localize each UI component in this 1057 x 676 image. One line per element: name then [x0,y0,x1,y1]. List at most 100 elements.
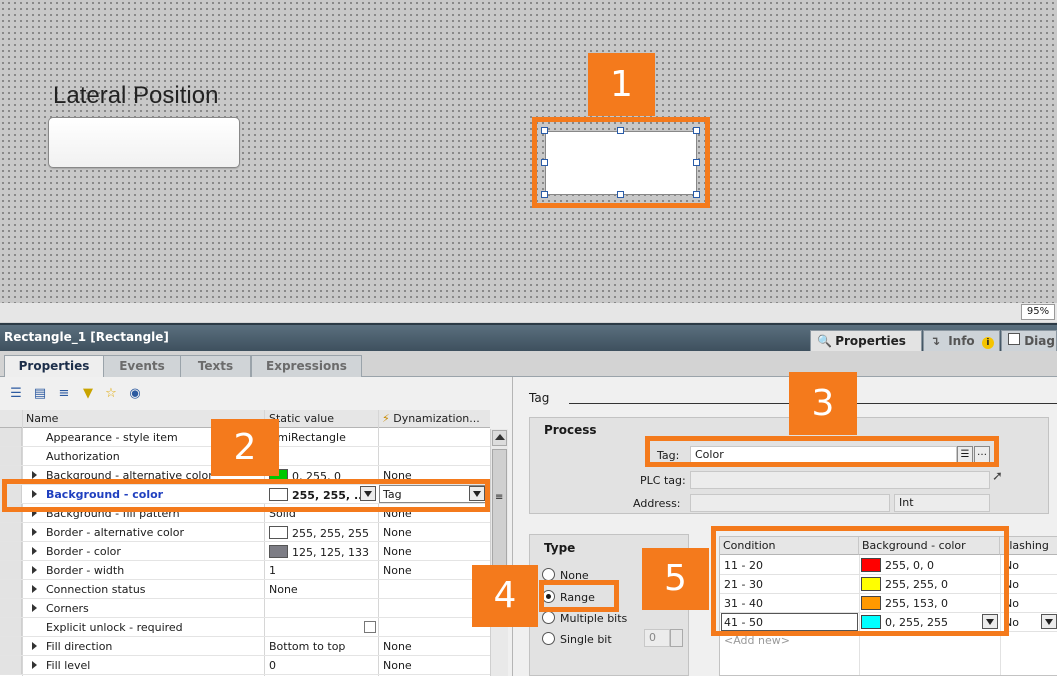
properties-icon: 🔍 [817,334,832,348]
selected-rectangle[interactable] [545,131,697,195]
callout-box-5 [711,526,1009,636]
lightning-icon: ⚡ [382,412,390,425]
property-name: Border - width [46,564,125,577]
row-header[interactable] [0,523,22,541]
property-static-value: 255, 255, 255 [269,526,369,540]
expand-arrow-icon[interactable] [32,471,37,479]
tab-info[interactable]: ↴ Info i [923,330,1000,352]
row-header[interactable] [0,428,22,446]
callout-box-3 [645,436,999,467]
favorites-icon[interactable]: ☆ [103,386,119,402]
row-header[interactable] [0,656,22,674]
property-row[interactable]: Connection status None [0,580,490,599]
property-name: Fill level [46,659,91,672]
info-icon: i [981,337,994,349]
filter-icon[interactable]: ▼ [80,386,96,402]
tab-label: Info [948,334,975,348]
tab-properties[interactable]: Properties [4,355,104,378]
resize-handle[interactable] [693,159,700,166]
tab-diagnostics[interactable]: Diag [1001,330,1057,352]
property-row[interactable]: Explicit unlock - required [0,618,490,637]
property-dynamization: None [383,659,412,672]
property-row[interactable]: Fill level 0 None [0,656,490,675]
resize-handle[interactable] [693,127,700,134]
header-name[interactable]: Name [26,412,58,425]
expand-arrow-icon[interactable] [32,585,37,593]
callout-5: 5 [642,548,709,610]
property-scrollbar[interactable]: ≡ [490,429,508,676]
row-header[interactable] [0,561,22,579]
expand-arrow-icon[interactable] [32,604,37,612]
property-name: Border - alternative color [46,526,184,539]
visibility-icon[interactable]: ◉ [127,386,143,402]
inspector-subtabs: Properties Events Texts Expressions [0,351,1057,378]
bit-number-input[interactable]: 0 [644,629,670,647]
tab-expressions[interactable]: Expressions [251,355,362,377]
goto-arrow-icon[interactable]: ➚ [992,469,1003,484]
expand-arrow-icon[interactable] [32,642,37,650]
address-label: Address: [633,497,681,510]
row-header[interactable] [0,542,22,560]
radio-multiple-bits-label: Multiple bits [560,612,628,625]
expand-arrow-icon[interactable] [32,566,37,574]
list-view-icon[interactable]: ☰ [8,386,24,402]
property-row[interactable]: Border - width 1 None [0,561,490,580]
resize-handle[interactable] [541,159,548,166]
callout-box-4 [539,580,619,612]
group-view-icon[interactable]: ▤ [32,386,48,402]
bit-number-spinner[interactable] [670,629,683,647]
property-static-value: 125, 125, 133 [269,545,369,559]
sort-icon[interactable]: ≡ [56,386,72,402]
grip-icon: ≡ [495,492,504,503]
property-row[interactable]: Corners [0,599,490,618]
header-static-value[interactable]: Static value [269,412,373,425]
type-title: Type [544,541,576,555]
color-swatch [269,526,288,539]
tab-label: Diag [1024,334,1055,348]
callout-3: 3 [789,372,857,435]
property-static-value: Bottom to top [269,640,346,653]
address-field [690,494,890,512]
radio-single-bit[interactable] [542,632,555,645]
lateral-position-field[interactable] [48,117,240,168]
tab-texts[interactable]: Texts [180,355,251,377]
expand-arrow-icon[interactable] [32,528,37,536]
callout-2: 2 [211,419,279,476]
tab-properties-main[interactable]: 🔍 Properties [810,330,922,352]
row-header[interactable] [0,447,22,465]
expand-arrow-icon[interactable] [32,547,37,555]
row-header[interactable] [0,637,22,655]
resize-handle[interactable] [617,127,624,134]
property-static-value: 0 [269,659,276,672]
property-row[interactable]: Fill direction Bottom to top None [0,637,490,656]
row-header[interactable] [0,618,22,636]
resize-handle[interactable] [693,191,700,198]
hmi-screen-canvas[interactable]: Lateral Position 1 [0,0,1057,303]
property-dynamization: None [383,545,412,558]
radio-multiple-bits[interactable] [542,611,555,624]
property-row[interactable]: Border - alternative color 255, 255, 255 N… [0,523,490,542]
flashing-dropdown[interactable] [1041,614,1057,629]
callout-1: 1 [588,53,655,116]
radio-single-bit-label: Single bit [560,633,612,646]
tab-events[interactable]: Events [103,355,181,377]
scroll-up-button[interactable] [492,430,507,446]
header-dynamization[interactable]: ⚡ Dynamization... [382,412,488,425]
property-name: Connection status [46,583,146,596]
property-row[interactable]: Border - color 125, 125, 133 None [0,542,490,561]
resize-handle[interactable] [541,127,548,134]
callout-4: 4 [472,565,538,627]
property-name: Border - color [46,545,121,558]
row-header[interactable] [0,599,22,617]
zoom-level[interactable]: 95% [1021,304,1055,320]
expand-arrow-icon[interactable] [32,661,37,669]
resize-handle[interactable] [541,191,548,198]
color-swatch [269,545,288,558]
row-header[interactable] [0,580,22,598]
chevron-up-icon [495,434,505,440]
resize-handle[interactable] [617,191,624,198]
diagnostics-icon [1008,333,1020,345]
property-name: Authorization [46,450,120,463]
checkbox[interactable] [364,621,376,633]
address-type-field: Int [894,494,990,512]
